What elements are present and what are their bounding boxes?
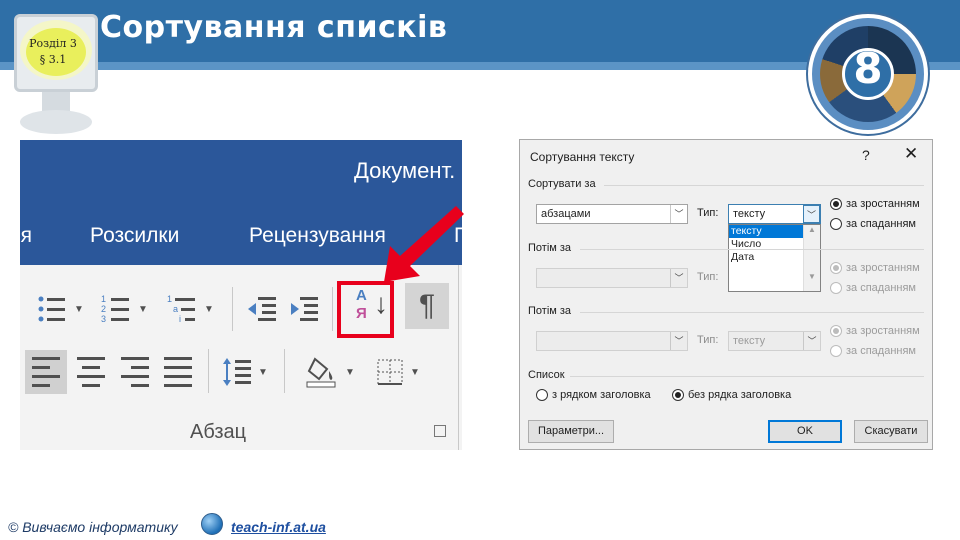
svg-text:1: 1: [167, 294, 172, 304]
with-header-radio[interactable]: з рядком заголовка: [536, 389, 651, 401]
increase-indent-icon: [291, 297, 318, 321]
chevron-down-icon: ﹀: [670, 332, 687, 350]
sort2-ascending-radio[interactable]: за зростанням: [830, 262, 920, 274]
justify-icon: [164, 357, 192, 387]
chevron-down-icon: ﹀: [670, 205, 687, 223]
align-right-icon: [121, 357, 149, 387]
chevron-down-icon: ﹀: [803, 205, 820, 223]
then-by-select-2[interactable]: ﹀: [536, 331, 688, 351]
section-label: Розділ 3 § 3.1: [18, 36, 88, 68]
svg-text:1: 1: [101, 294, 106, 304]
type-value: тексту: [733, 208, 766, 220]
type-label-3: Тип:: [697, 334, 719, 346]
align-center-button[interactable]: [70, 350, 112, 394]
dropdown-scrollbar[interactable]: ▲ ▼: [803, 225, 820, 291]
svg-text:a: a: [173, 304, 178, 314]
then-by-label-1: Потім за: [528, 242, 572, 254]
sort-by-label: Сортувати за: [528, 178, 596, 190]
sort-text-dialog: Сортування тексту ? ✕ Сортувати за абзац…: [519, 139, 933, 450]
sort1-ascending-radio[interactable]: за зростанням: [830, 198, 920, 210]
bullets-icon: [38, 296, 66, 322]
type-label: Тип:: [697, 207, 719, 219]
document-title: Документ.: [354, 158, 456, 183]
dialog-launcher-icon[interactable]: [434, 425, 446, 437]
page-title: Сортування списків: [100, 10, 448, 45]
numbering-button[interactable]: 1 2 3 ▼: [94, 289, 154, 329]
sort3-ascending-radio[interactable]: за зростанням: [830, 325, 920, 337]
justify-button[interactable]: [157, 350, 199, 394]
ok-button[interactable]: OK: [768, 420, 842, 443]
paragraph-group-label: Абзац: [190, 421, 247, 443]
section-paragraph: § 3.1: [39, 53, 67, 66]
bullets-button[interactable]: ▼: [30, 289, 90, 329]
svg-text:2: 2: [101, 304, 106, 314]
align-right-button[interactable]: [114, 350, 156, 394]
type-value-3: тексту: [733, 335, 766, 347]
borders-icon: [377, 359, 403, 385]
tab-mailings[interactable]: Розсилки: [90, 224, 179, 248]
help-icon[interactable]: ?: [862, 147, 870, 163]
chevron-down-icon: ﹀: [670, 269, 687, 287]
tab-review[interactable]: Рецензування: [249, 224, 386, 248]
cancel-button[interactable]: Скасувати: [854, 420, 928, 443]
line-spacing-icon: [223, 358, 252, 386]
type-select-3[interactable]: тексту ﹀: [728, 331, 821, 351]
sort-by-value: абзацами: [541, 208, 591, 220]
svg-text:i: i: [179, 314, 181, 324]
monitor-icon: [6, 8, 102, 138]
red-pointer-arrow-icon: [384, 206, 464, 282]
globe-icon: [201, 513, 223, 535]
align-left-button[interactable]: [25, 350, 67, 394]
without-header-radio[interactable]: без рядка заголовка: [672, 389, 791, 401]
then-by-select-1[interactable]: ﹀: [536, 268, 688, 288]
then-by-label-2: Потім за: [528, 305, 572, 317]
type-label-2: Тип:: [697, 271, 719, 283]
align-center-icon: [77, 357, 105, 387]
borders-button[interactable]: ▼: [366, 350, 430, 394]
line-spacing-button[interactable]: ▼: [216, 350, 274, 394]
list-label: Список: [528, 369, 565, 381]
sort1-descending-radio[interactable]: за спаданням: [830, 218, 916, 230]
numbering-icon: 1 2 3: [101, 294, 130, 324]
multilevel-list-button[interactable]: 1 a i ▼: [160, 289, 220, 329]
grade-badge: 8: [808, 14, 928, 134]
type-dropdown-list[interactable]: тексту Число Дата ▲ ▼: [728, 224, 821, 292]
dialog-title: Сортування тексту: [530, 150, 635, 164]
close-icon[interactable]: ✕: [904, 144, 918, 164]
section-chapter: Розділ 3: [29, 37, 77, 50]
grade-number: 8: [853, 44, 883, 93]
tab-view-partial[interactable]: ія: [20, 224, 32, 248]
type-option-date[interactable]: Дата: [729, 251, 803, 264]
increase-indent-button[interactable]: [286, 289, 322, 329]
align-left-icon: [32, 357, 60, 387]
multilevel-list-icon: 1 a i: [167, 294, 196, 324]
type-select[interactable]: тексту ﹀: [728, 204, 821, 224]
footer-site-link[interactable]: teach-inf.at.ua: [231, 519, 326, 535]
decrease-indent-icon: [248, 297, 276, 321]
decrease-indent-button[interactable]: [244, 289, 280, 329]
svg-text:3: 3: [101, 314, 106, 324]
sort2-descending-radio[interactable]: за спаданням: [830, 282, 916, 294]
shading-icon: [306, 357, 336, 388]
sort-by-select[interactable]: абзацами ﹀: [536, 204, 688, 224]
shading-button[interactable]: ▼: [298, 350, 362, 394]
sort3-descending-radio[interactable]: за спаданням: [830, 345, 916, 357]
footer-copyright: © Вивчаємо інформатику: [8, 519, 178, 535]
chevron-down-icon: ﹀: [803, 332, 820, 350]
type-option-text[interactable]: тексту: [729, 225, 803, 238]
options-button[interactable]: Параметри...: [528, 420, 614, 443]
